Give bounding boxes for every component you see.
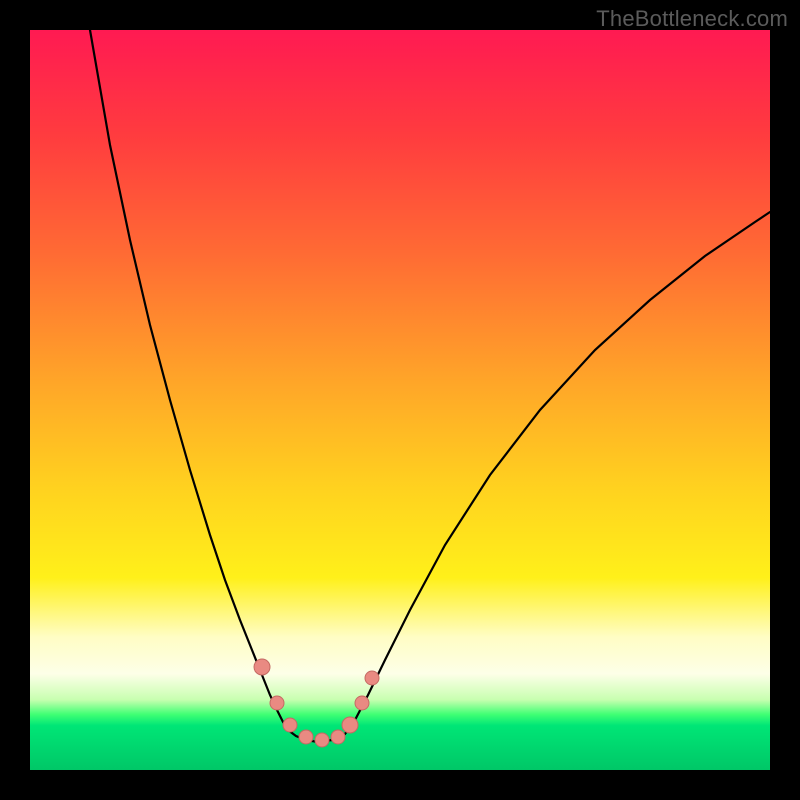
valley-dot bbox=[331, 730, 345, 744]
valley-dot bbox=[283, 718, 297, 732]
valley-dot bbox=[299, 730, 313, 744]
outer-frame: TheBottleneck.com bbox=[0, 0, 800, 800]
valley-dots bbox=[254, 659, 379, 747]
watermark-text: TheBottleneck.com bbox=[596, 6, 788, 32]
valley-dot bbox=[342, 717, 358, 733]
valley-dot bbox=[270, 696, 284, 710]
valley-dot bbox=[355, 696, 369, 710]
curve-svg bbox=[30, 30, 770, 770]
plot-area bbox=[30, 30, 770, 770]
valley-dot bbox=[254, 659, 270, 675]
valley-dot bbox=[315, 733, 329, 747]
valley-dot bbox=[365, 671, 379, 685]
bottleneck-curve bbox=[90, 30, 770, 742]
